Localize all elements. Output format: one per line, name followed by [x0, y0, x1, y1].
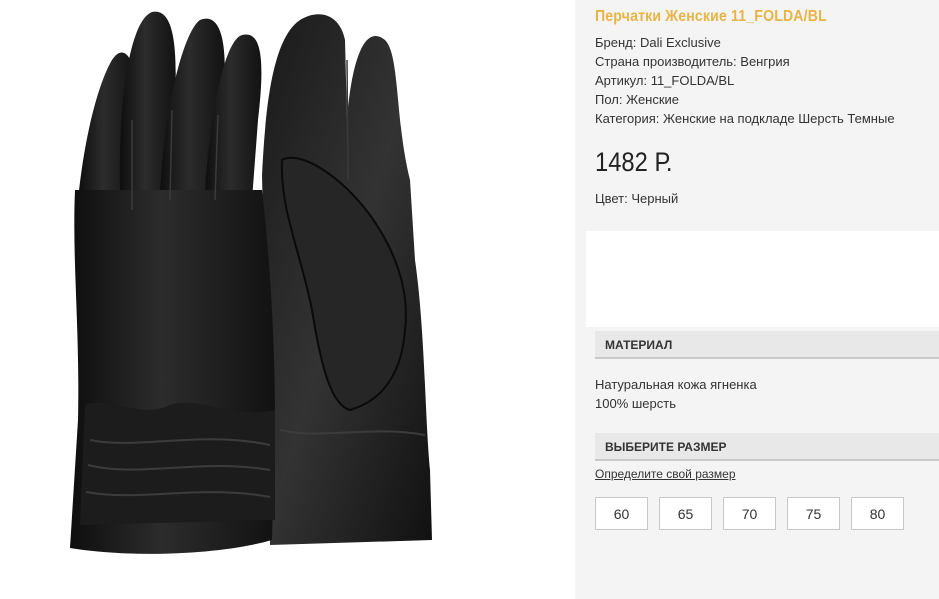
product-price: 1482 Р.: [595, 147, 673, 177]
blank-panel: [586, 231, 939, 327]
material-header: МАТЕРИАЛ: [595, 331, 939, 359]
material-line: Натуральная кожа ягненка: [595, 377, 757, 392]
size-guide-link[interactable]: Определите свой размер: [595, 467, 736, 481]
product-color: Цвет: Черный: [595, 191, 679, 206]
product-image: [0, 0, 575, 568]
size-option-75[interactable]: 75: [787, 497, 840, 530]
product-info-panel: Перчатки Женские 11_FOLDA/BL Бренд: Dali…: [575, 0, 939, 599]
size-options: 60 65 70 75 80: [595, 497, 904, 530]
material-description: Натуральная кожа ягненка 100% шерсть: [595, 375, 757, 413]
product-meta: Бренд: Dali Exclusive Страна производите…: [595, 33, 895, 128]
size-option-65[interactable]: 65: [659, 497, 712, 530]
product-category: Категория: Женские на подкладе Шерсть Те…: [595, 111, 895, 126]
product-sku: Артикул: 11_FOLDA/BL: [595, 73, 735, 88]
product-gender: Пол: Женские: [595, 92, 680, 107]
size-option-70[interactable]: 70: [723, 497, 776, 530]
size-option-80[interactable]: 80: [851, 497, 904, 530]
size-header: ВЫБЕРИТЕ РАЗМЕР: [595, 433, 939, 461]
size-option-60[interactable]: 60: [595, 497, 648, 530]
product-title: Перчатки Женские 11_FOLDA/BL: [595, 8, 827, 25]
material-line: 100% шерсть: [595, 396, 676, 411]
glove-photo: [70, 11, 432, 554]
product-brand: Бренд: Dali Exclusive: [595, 35, 721, 50]
product-country: Страна производитель: Венгрия: [595, 54, 790, 69]
